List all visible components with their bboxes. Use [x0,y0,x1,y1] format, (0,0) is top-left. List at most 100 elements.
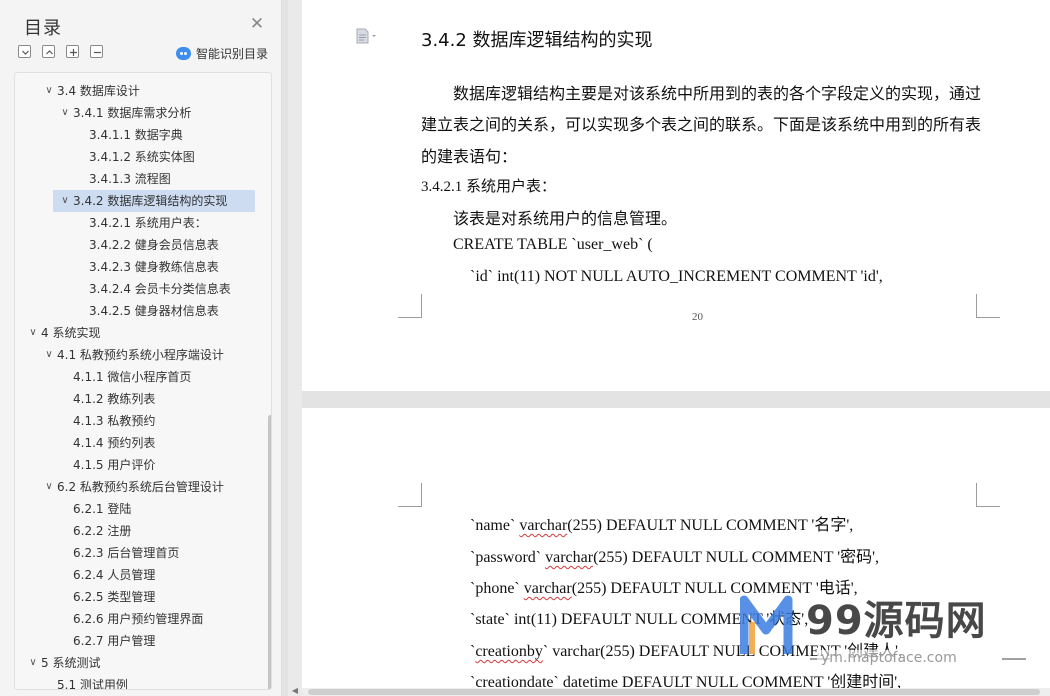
section-heading: 3.4.2 数据库逻辑结构的实现 [421,30,653,51]
toc-item[interactable]: 4.1.1 微信小程序首页 [15,366,255,388]
toc-item-label: 6.2.4 人员管理 [73,568,156,582]
toc-item-label: 3.4.1.3 流程图 [89,172,171,186]
chevron-down-icon[interactable]: ∨ [27,652,39,674]
toc-item-label: 6.2 私教预约系统后台管理设计 [57,480,224,494]
toc-item-label: 3.4.2 数据库逻辑结构的实现 [73,194,228,208]
chevron-down-icon[interactable]: ∨ [59,190,71,212]
toc-item[interactable]: 4.1.5 用户评价 [15,454,255,476]
toc-item-label: 4.1.3 私教预约 [73,414,156,428]
collapse-all-icon[interactable] [18,45,31,58]
toc-item[interactable]: 5.1 测试用例 [15,674,255,690]
close-icon[interactable]: ✕ [248,15,266,33]
toc-item[interactable]: ∨ 3.4.1 数据库需求分析 [15,102,255,124]
toc-item[interactable]: 3.4.2.3 健身教练信息表 [15,256,255,278]
toc-item[interactable]: 3.4.2.2 健身会员信息表 [15,234,255,256]
toc-item-label: 3.4.2.4 会员卡分类信息表 [89,282,231,296]
toc-item[interactable]: 4.1.3 私教预约 [15,410,255,432]
document-menu-icon[interactable] [356,28,378,44]
toc-item-label: 4.1.2 教练列表 [73,392,156,406]
toc-item[interactable]: ∨ 6.2 私教预约系统后台管理设计 [15,476,255,498]
toc-item-label: 6.2.5 类型管理 [73,590,156,604]
crop-mark [976,483,1000,507]
toc-item[interactable]: 6.2.4 人员管理 [15,564,255,586]
toc-item[interactable]: 3.4.2.1 系统用户表： [15,212,255,234]
toc-item[interactable]: ∨ 3.4.2 数据库逻辑结构的实现 [53,190,255,212]
spellcheck-word[interactable]: varchar [545,549,593,566]
sql-text: (255) DEFAULT NULL COMMENT '名字', [567,517,854,534]
scrollbar-thumb[interactable] [308,689,1040,695]
toc-item-label: 3.4 数据库设计 [57,84,140,98]
add-heading-icon[interactable] [66,45,79,58]
toc-item-label: 3.4.1.2 系统实体图 [89,150,195,164]
chevron-down-icon[interactable]: ∨ [59,102,71,124]
toc-item-label: 3.4.2.5 健身器材信息表 [89,304,219,318]
toc-item[interactable]: ∨ 5 系统测试 [15,652,255,674]
sql-text: ` varchar(255) DEFAULT NULL COMMENT '创建人… [542,643,903,660]
sql-line: `password` varchar(255) DEFAULT NULL COM… [470,543,879,567]
toc-title: 目录 [24,18,62,39]
sql-line: `name` varchar(255) DEFAULT NULL COMMENT… [470,511,853,535]
paragraph-line: 该表是对系统用户的信息管理。 [453,211,678,228]
toc-item-label: 3.4.2.1 系统用户表： [89,216,207,230]
chevron-down-icon[interactable]: ∨ [43,80,55,102]
chevron-down-icon[interactable]: ∨ [27,322,39,344]
sql-line: `creationby` varchar(255) DEFAULT NULL C… [470,637,902,661]
spellcheck-word[interactable]: varchar [524,580,572,597]
page-number: 20 [692,311,703,323]
sql-text: `password` [470,549,546,566]
toc-item-label: 4.1.1 微信小程序首页 [73,370,192,384]
toc-item-label: 4.1.4 预约列表 [73,436,156,450]
toc-toolbar [18,45,114,61]
toc-item[interactable]: 4.1.2 教练列表 [15,388,255,410]
toc-item[interactable]: 3.4.1.3 流程图 [15,168,255,190]
subsection-heading: 3.4.2.1 系统用户表： [421,179,557,195]
paragraph-line: 建立表之间的关系，可以实现多个表之间的联系。下面是该系统中用到的所有表 [421,117,982,134]
sql-text: `phone` [470,580,524,597]
toc-item-label: 4.1 私教预约系统小程序端设计 [57,348,224,362]
toc-item-label: 4 系统实现 [41,326,101,340]
toc-scrollbar[interactable] [268,415,271,689]
toc-item-label: 6.2.2 注册 [73,524,132,538]
toc-item[interactable]: 6.2.2 注册 [15,520,255,542]
paragraph-line: 数据库逻辑结构主要是对该系统中所用到的表的各个字段定义的实现，通过 [453,86,982,103]
toc-item[interactable]: 3.4.2.4 会员卡分类信息表 [15,278,255,300]
toc-item[interactable]: ∨ 4 系统实现 [15,322,255,344]
sql-line: `state` int(11) DEFAULT NULL COMMENT '状态… [470,605,808,629]
scroll-left-icon[interactable]: ◀ [288,686,302,696]
toc-item[interactable]: ∨ 4.1 私教预约系统小程序端设计 [15,344,255,366]
smart-toc-button[interactable]: 智能识别目录 [176,45,268,62]
toc-item-label: 3.4.1.1 数据字典 [89,128,183,142]
spellcheck-word[interactable]: varchar [519,517,567,534]
paragraph-line: 的建表语句： [421,149,518,166]
sql-text: `state` int(11) DEFAULT NULL COMMENT '状态… [470,611,809,628]
toc-item[interactable]: 6.2.1 登陆 [15,498,255,520]
sql-line: `id` int(11) NOT NULL AUTO_INCREMENT COM… [470,268,883,285]
spellcheck-word[interactable]: creationby [475,643,543,660]
horizontal-scrollbar[interactable] [302,688,1050,696]
toc-item[interactable]: 3.4.2.5 健身器材信息表 [15,300,255,322]
toc-item[interactable]: 4.1.4 预约列表 [15,432,255,454]
expand-all-icon[interactable] [42,45,55,58]
chevron-down-icon[interactable]: ∨ [43,344,55,366]
sql-line: `phone` varchar(255) DEFAULT NULL COMMEN… [470,574,858,598]
smart-recognition-icon [176,47,191,60]
toc-item-label: 3.4.2.3 健身教练信息表 [89,260,219,274]
toc-item-label: 4.1.5 用户评价 [73,458,156,472]
toc-item[interactable]: 3.4.1.2 系统实体图 [15,146,255,168]
crop-mark [398,294,422,318]
sql-text: `name` [470,517,520,534]
chevron-down-icon[interactable]: ∨ [43,476,55,498]
toc-item[interactable]: 6.2.3 后台管理首页 [15,542,255,564]
document-page [302,0,1050,391]
toc-item[interactable]: ∨ 3.4 数据库设计 [15,80,255,102]
toc-item[interactable]: 6.2.5 类型管理 [15,586,255,608]
toc-item-label: 5.1 测试用例 [57,678,128,690]
toc-list: ∨ 3.4 数据库设计 ∨ 3.4.1 数据库需求分析 3.4.1.1 数据字典 3.4.… [15,80,255,690]
vertical-ruler [288,0,302,696]
toc-item[interactable]: 3.4.1.1 数据字典 [15,124,255,146]
toc-item-label: 6.2.7 用户管理 [73,634,156,648]
toc-item[interactable]: 6.2.7 用户管理 [15,630,255,652]
toc-item[interactable]: 6.2.6 用户预约管理界面 [15,608,255,630]
remove-heading-icon[interactable] [90,45,103,58]
toc-item-label: 5 系统测试 [41,656,101,670]
